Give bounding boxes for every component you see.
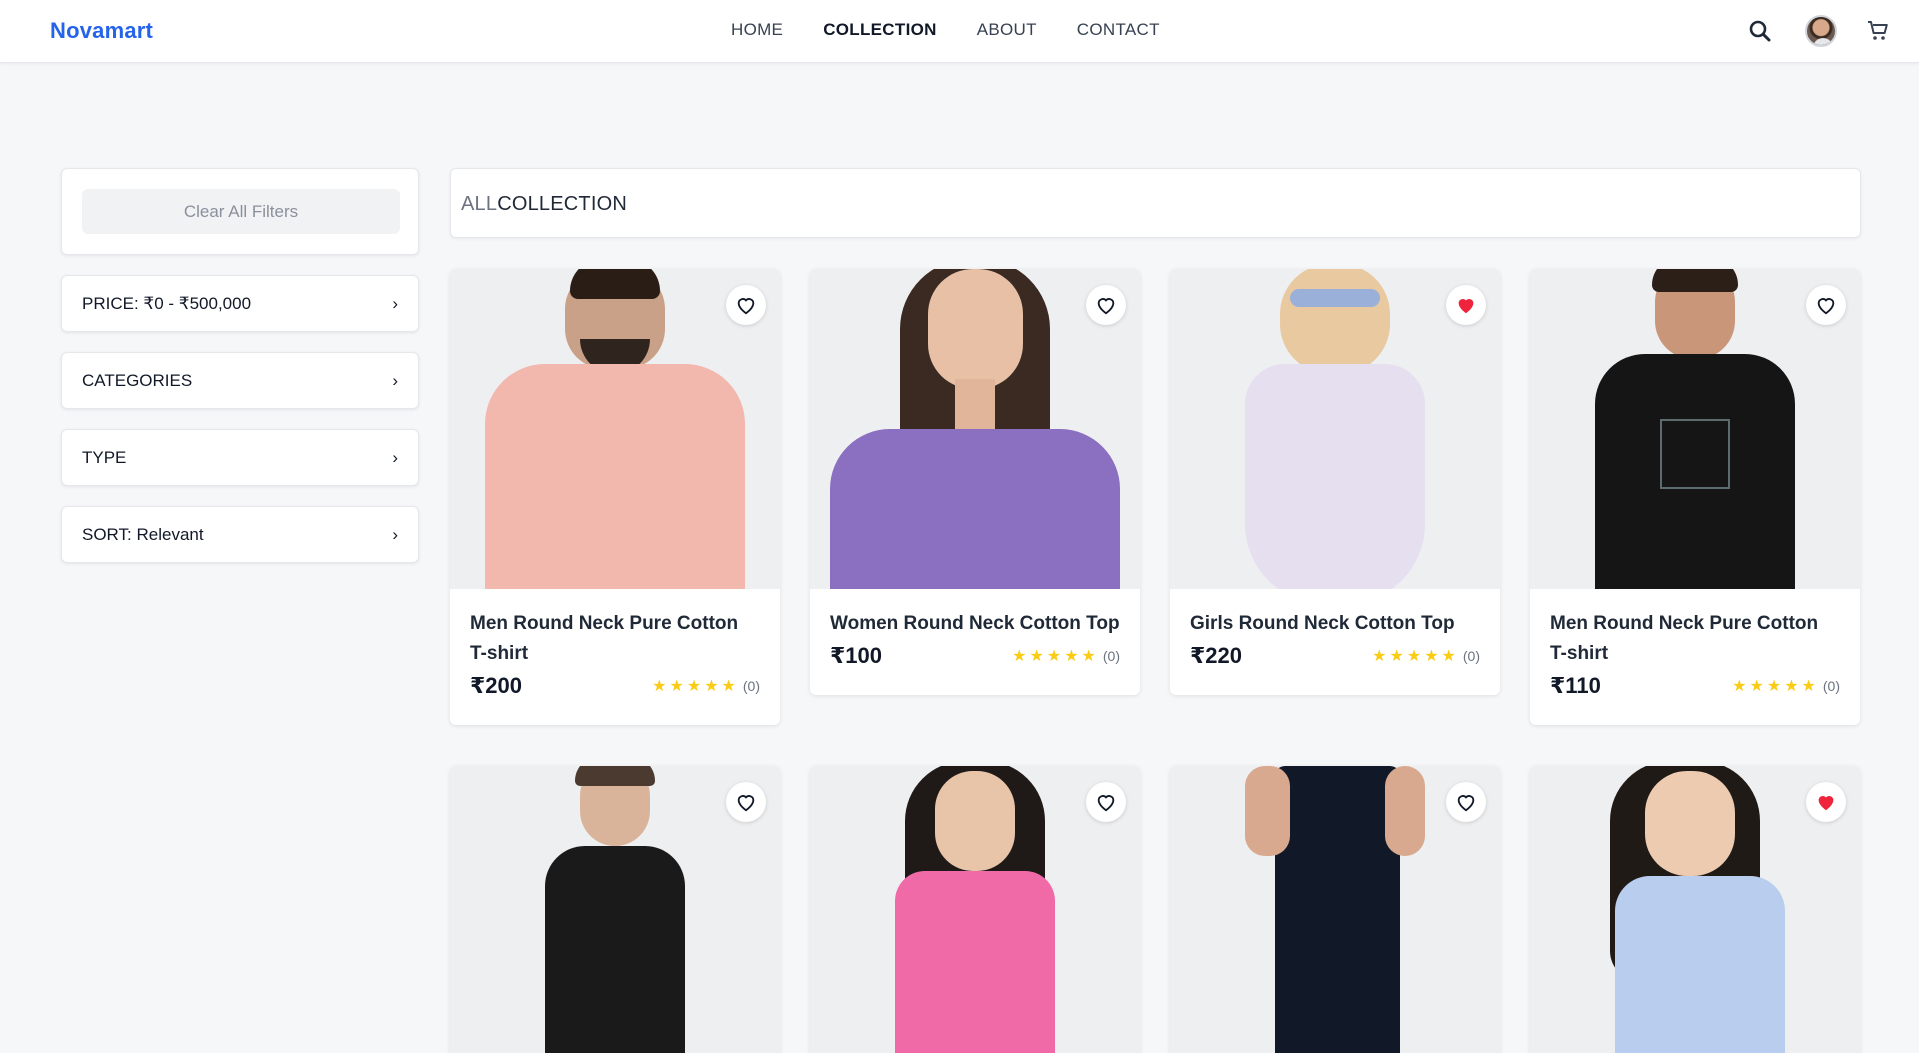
wishlist-button[interactable]: [1806, 285, 1846, 325]
chevron-right-icon: ›: [392, 293, 398, 313]
filter-sort[interactable]: SORT: Relevant ›: [61, 506, 419, 563]
product-price: ₹220: [1190, 643, 1243, 668]
product-image: [1170, 269, 1500, 589]
star-rating-icon: ★★★★★: [1732, 678, 1819, 695]
product-card[interactable]: [450, 766, 780, 1053]
filter-price-label: PRICE: ₹0 - ₹500,000: [82, 293, 252, 313]
product-image: [1530, 269, 1860, 589]
nav-home[interactable]: HOME: [731, 20, 783, 40]
product-price: ₹100: [830, 643, 883, 668]
wishlist-button[interactable]: [1446, 285, 1486, 325]
wishlist-button[interactable]: [1086, 285, 1126, 325]
chevron-right-icon: ›: [392, 524, 398, 544]
product-card[interactable]: [1530, 766, 1860, 1053]
heart-filled-icon: [1458, 299, 1474, 314]
product-card[interactable]: Women Round Neck Cotton Top ₹100 ★★★★★ (0…: [810, 269, 1140, 695]
product-image: [810, 269, 1140, 589]
collection-header: ALLCOLLECTION: [450, 168, 1861, 238]
clear-filters-card: Clear All Filters: [61, 168, 419, 255]
product-image: [450, 269, 780, 589]
rating-count: (0): [1102, 648, 1120, 664]
product-image: [1170, 766, 1500, 1053]
wishlist-button[interactable]: [726, 285, 766, 325]
product-image: [450, 766, 780, 1053]
product-price: ₹200: [470, 673, 523, 698]
nav-about[interactable]: ABOUT: [977, 20, 1037, 40]
heart-icon: [737, 795, 755, 812]
wishlist-button[interactable]: [726, 782, 766, 822]
product-name: Girls Round Neck Cotton Top: [1190, 613, 1455, 634]
product-card[interactable]: Girls Round Neck Cotton Top ₹220 ★★★★★ (0…: [1170, 269, 1500, 695]
filter-sort-label: SORT: Relevant: [82, 524, 204, 544]
nav-collection[interactable]: COLLECTION: [823, 20, 937, 40]
rating-count: (0): [1462, 648, 1480, 664]
filter-type-label: TYPE: [82, 447, 127, 467]
star-rating-icon: ★★★★★: [652, 678, 739, 695]
page-title: ALLCOLLECTION: [461, 193, 627, 215]
chevron-right-icon: ›: [392, 370, 398, 390]
heart-icon: [1817, 298, 1835, 315]
filter-categories[interactable]: CATEGORIES ›: [61, 352, 419, 409]
search-icon[interactable]: [1743, 14, 1777, 48]
product-card[interactable]: [1170, 766, 1500, 1053]
product-name: Men Round Neck Pure Cotton T-shirt: [470, 613, 739, 664]
chevron-right-icon: ›: [392, 447, 398, 467]
product-card[interactable]: Men Round Neck Pure Cotton T-shirt ₹200 …: [450, 269, 780, 725]
heart-icon: [1097, 795, 1115, 812]
product-card[interactable]: Men Round Neck Pure Cotton T-shirt ₹110 …: [1530, 269, 1860, 725]
product-card[interactable]: [810, 766, 1140, 1053]
star-rating-icon: ★★★★★: [1012, 648, 1099, 665]
clear-filters-button[interactable]: Clear All Filters: [82, 189, 400, 234]
cart-icon[interactable]: [1861, 14, 1895, 48]
product-name: Women Round Neck Cotton Top: [830, 613, 1120, 634]
rating: ★★★★★ (0): [652, 676, 760, 696]
rating: ★★★★★ (0): [1732, 676, 1840, 696]
wishlist-button[interactable]: [1086, 782, 1126, 822]
top-navbar: Novamart HOME COLLECTION ABOUT CONTACT: [0, 0, 1919, 63]
product-image: [810, 766, 1140, 1053]
filter-price[interactable]: PRICE: ₹0 - ₹500,000 ›: [61, 275, 419, 332]
star-rating-icon: ★★★★★: [1372, 648, 1459, 665]
heart-icon: [737, 298, 755, 315]
wishlist-button[interactable]: [1446, 782, 1486, 822]
heart-icon: [1097, 298, 1115, 315]
product-name: Men Round Neck Pure Cotton T-shirt: [1550, 613, 1819, 664]
filter-categories-label: CATEGORIES: [82, 370, 193, 390]
rating-count: (0): [742, 678, 760, 694]
rating: ★★★★★ (0): [1012, 646, 1120, 666]
brand-logo[interactable]: Novamart: [50, 18, 153, 44]
nav-contact[interactable]: CONTACT: [1077, 20, 1160, 40]
rating: ★★★★★ (0): [1372, 646, 1480, 666]
main-nav: HOME COLLECTION ABOUT CONTACT: [731, 20, 1160, 40]
filter-type[interactable]: TYPE ›: [61, 429, 419, 486]
product-price: ₹110: [1550, 673, 1601, 698]
heart-icon: [1457, 795, 1475, 812]
rating-count: (0): [1822, 678, 1840, 694]
wishlist-button[interactable]: [1806, 782, 1846, 822]
product-image: [1530, 766, 1860, 1053]
heart-filled-icon: [1818, 796, 1834, 811]
avatar[interactable]: [1805, 15, 1837, 47]
